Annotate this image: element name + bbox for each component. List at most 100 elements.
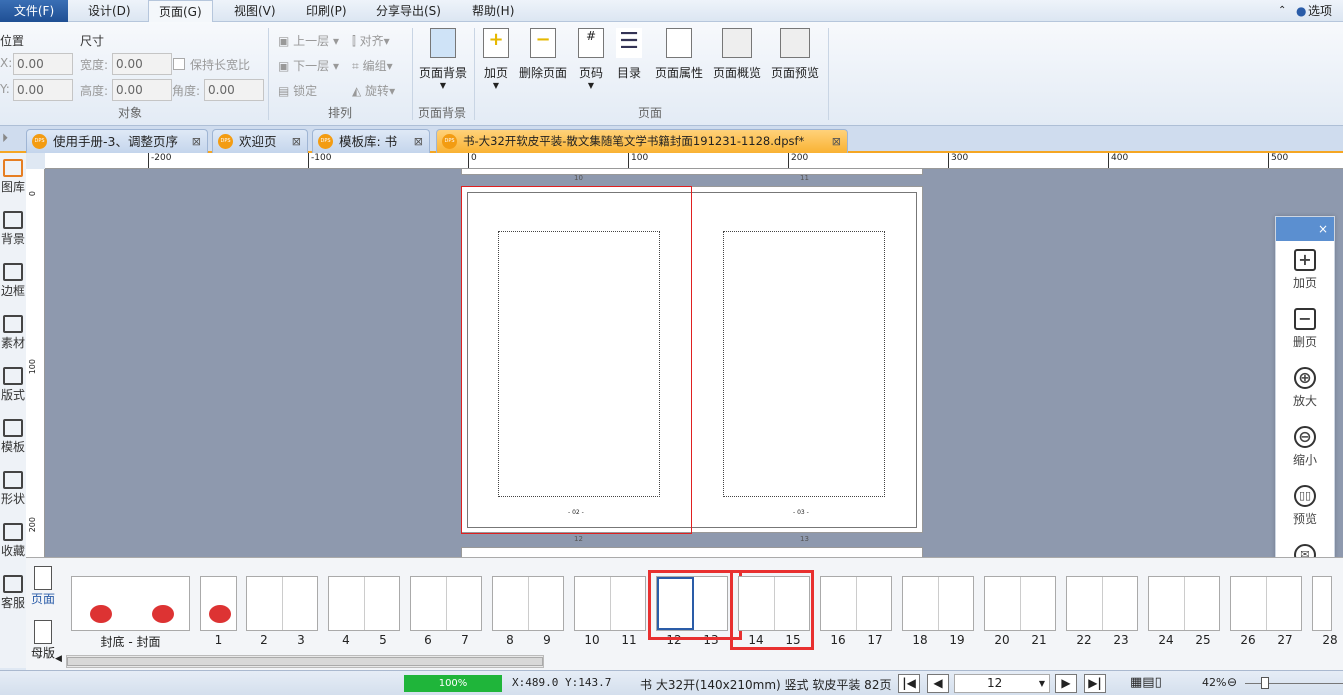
thumbnail-pages-6-7[interactable] (410, 576, 482, 631)
delete-page-button[interactable]: − 删除页面 (518, 28, 568, 81)
menu-file[interactable]: 文件(F) (0, 0, 68, 22)
last-page-button[interactable]: ▶| (1084, 674, 1106, 693)
menu-print[interactable]: 印刷(P) (296, 0, 357, 22)
tab-current-document[interactable]: DPS 书-大32开软皮平装-散文集随笔文学书籍封面191231-1128.dps… (436, 129, 848, 153)
sidebar-item[interactable]: 边框 (0, 263, 26, 299)
close-panel-button[interactable]: × (1318, 222, 1328, 236)
options-button[interactable]: 选项 (1304, 0, 1336, 22)
align-button[interactable]: ⫿ 对齐▾ (352, 32, 390, 49)
menu-page[interactable]: 页面(G) (148, 0, 213, 23)
bring-forward-button[interactable]: ▣ 上一层 ▾ (278, 32, 339, 49)
thumbnail-pages-22-23[interactable] (1066, 576, 1138, 631)
page-preview-label: 页面预览 (770, 66, 819, 80)
thumbnail-pages-4-5[interactable] (328, 576, 400, 631)
template-icon (3, 419, 23, 437)
zoom-out-icon[interactable]: ⊖ (1227, 675, 1237, 689)
quick-panel-item[interactable]: − 删页 (1276, 300, 1334, 359)
progress-bar: 100% (404, 675, 502, 692)
thumbnail-pages-16-17[interactable] (820, 576, 892, 631)
page-background-button[interactable]: 页面背景 ▼ (418, 28, 468, 90)
angle-input[interactable]: 0.00 (204, 79, 264, 101)
thumbnail-label: 25 (1195, 633, 1211, 647)
view-mode-icons[interactable]: ▦▤▯ (1130, 675, 1162, 690)
canvas[interactable]: 10 11 - 02 - - 03 - 12 13 (45, 169, 1343, 559)
close-icon[interactable]: ⊠ (832, 130, 841, 153)
menu-share-export[interactable]: 分享导出(S) (366, 0, 451, 22)
thumbnail-pages-18-19[interactable] (902, 576, 974, 631)
page-overview-button[interactable]: 页面概览 (711, 28, 763, 81)
quick-panel-item[interactable]: + 加页 (1276, 241, 1334, 300)
thumbnail-label: 8 (506, 633, 514, 647)
first-page-button[interactable]: |◀ (898, 674, 920, 693)
add-page-button[interactable]: + 加页 ▼ (480, 28, 512, 90)
sidebar-item[interactable]: 图库 (0, 159, 26, 195)
send-backward-button[interactable]: ▣ 下一层 ▾ (278, 57, 339, 74)
thumbnail-pages-8-9[interactable] (492, 576, 564, 631)
panel-toggle-icon[interactable]: ⏵ (2, 131, 8, 146)
width-input[interactable]: 0.00 (112, 53, 172, 75)
menu-help[interactable]: 帮助(H) (462, 0, 524, 22)
sidebar-item[interactable]: 背景 (0, 211, 26, 247)
menu-view[interactable]: 视图(V) (224, 0, 286, 22)
sidebar-item-label: 素材 (0, 336, 25, 350)
thumbnail-pages-2-3[interactable] (246, 576, 318, 631)
page-preview-button[interactable]: 页面预览 (769, 28, 821, 81)
size-label: 尺寸 (80, 34, 105, 48)
zoom-slider-thumb[interactable] (1261, 677, 1269, 689)
quick-panel-label: 加页 (1292, 276, 1317, 290)
sidebar-item[interactable]: 素材 (0, 315, 26, 351)
sidebar-item[interactable]: 版式 (0, 367, 26, 403)
close-icon[interactable]: ⊠ (414, 130, 423, 153)
menu-bar: 文件(F) 设计(D) 页面(G) 视图(V) 印刷(P) 分享导出(S) 帮助… (0, 0, 1343, 23)
quick-panel-item[interactable]: ⊕ 放大 (1276, 359, 1334, 418)
page-select[interactable]: 12 ▼ (954, 674, 1050, 693)
tab-manual[interactable]: DPS 使用手册-3、调整页序 ⊠ (26, 129, 208, 153)
quick-panel-item[interactable]: ⊖ 缩小 (1276, 418, 1334, 477)
close-icon[interactable]: ⊠ (192, 130, 201, 153)
thumbnail-pages-24-25[interactable] (1148, 576, 1220, 631)
prev-page-button[interactable]: ◀ (927, 674, 949, 693)
y-label: Y: (0, 82, 10, 96)
sidebar-item[interactable]: 模板 (0, 419, 26, 455)
page-number-button[interactable]: # 页码 ▼ (575, 28, 607, 90)
thumbnail-scrollbar[interactable]: ◀ (55, 654, 544, 668)
thumbnail-pages-26-27[interactable] (1230, 576, 1302, 631)
close-icon[interactable]: ⊠ (292, 130, 301, 153)
group-button[interactable]: ⌗ 编组▾ (352, 57, 393, 74)
lock-button[interactable]: ▤ 锁定 (278, 82, 317, 99)
thumbnail-pages-28[interactable] (1312, 576, 1332, 631)
sidebar-item[interactable]: 收藏 (0, 523, 26, 559)
tab-label: 使用手册-3、调整页序 (53, 134, 178, 149)
thumbnail-cover[interactable] (71, 576, 190, 631)
send-backward-label: 下一层 (293, 59, 330, 73)
rotate-button[interactable]: ◭ 旋转▾ (352, 82, 395, 99)
pages-tab[interactable]: 页面 (28, 566, 58, 607)
master-tab[interactable]: 母版 (28, 620, 58, 661)
zoom-slider[interactable] (1245, 677, 1343, 689)
x-input[interactable]: 0.00 (13, 53, 73, 75)
thumbnail-label: 16 (830, 633, 846, 647)
sidebar-item[interactable]: 客服 (0, 575, 26, 611)
y-input[interactable]: 0.00 (13, 79, 73, 101)
ruler-mark: 300 (948, 153, 968, 168)
tab-welcome[interactable]: DPS 欢迎页 ⊠ (212, 129, 308, 153)
toc-button[interactable]: ☰ 目录 (613, 28, 645, 81)
thumbnail-label: 5 (379, 633, 387, 647)
page-properties-button[interactable]: 页面属性 (653, 28, 705, 81)
quick-panel-item[interactable]: ▯▯ 预览 (1276, 477, 1334, 536)
thumbnail-pages-20-21[interactable] (984, 576, 1056, 631)
height-input[interactable]: 0.00 (112, 79, 172, 101)
keep-ratio-checkbox[interactable] (173, 58, 185, 70)
book-icon (780, 28, 810, 58)
page-label: 11 (800, 174, 809, 182)
thumbnail-page-1[interactable] (200, 576, 237, 631)
next-page-button[interactable]: ▶ (1055, 674, 1077, 693)
tab-template-library[interactable]: DPS 模板库: 书 ⊠ (312, 129, 430, 153)
add-page-icon: + (1294, 249, 1316, 271)
dps-icon: DPS (32, 134, 47, 149)
page-spread[interactable]: - 02 - - 03 - (461, 186, 923, 534)
sidebar-item[interactable]: 形状 (0, 471, 26, 507)
thumbnail-pages-10-11[interactable] (574, 576, 646, 631)
page-group-label: 页面 (638, 106, 663, 120)
menu-design[interactable]: 设计(D) (78, 0, 141, 22)
